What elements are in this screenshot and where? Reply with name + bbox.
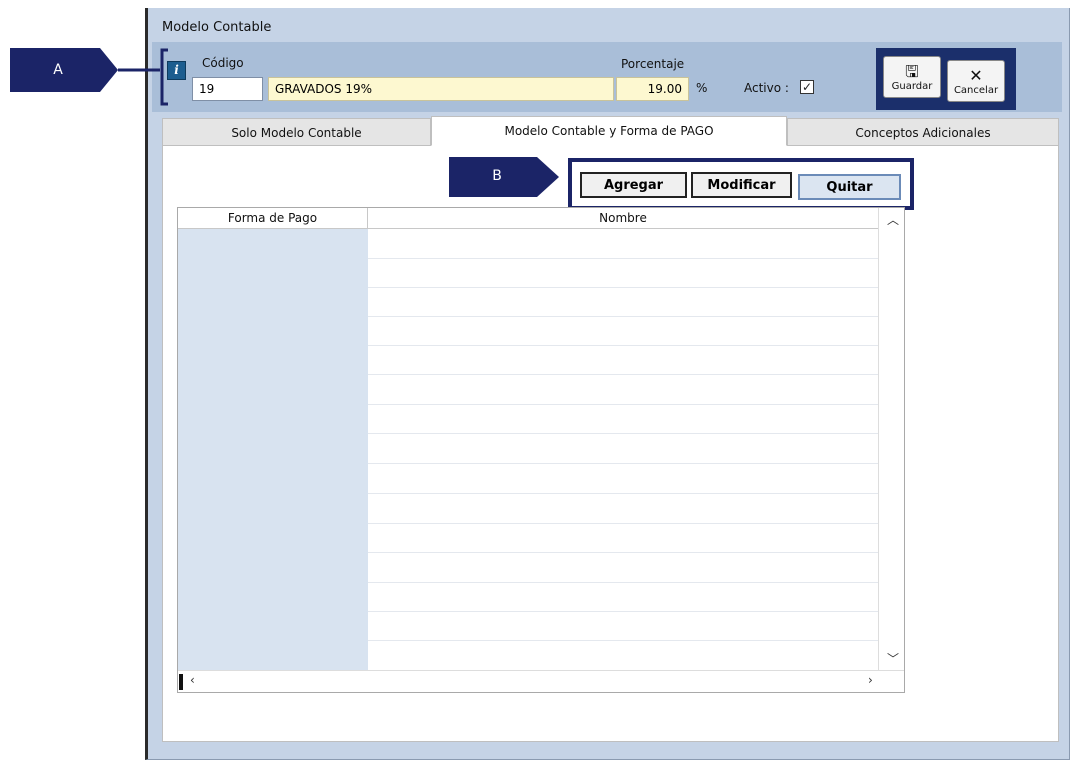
- column-header-nombre[interactable]: Nombre: [368, 208, 878, 229]
- window-title: Modelo Contable: [162, 20, 272, 35]
- vertical-scrollbar[interactable]: ︿ ﹀: [878, 208, 904, 670]
- scroll-thumb[interactable]: [179, 674, 183, 690]
- row-divider: [368, 640, 878, 641]
- callout-b-label: B: [492, 168, 502, 184]
- modificar-button[interactable]: Modificar: [691, 172, 792, 198]
- row-divider: [368, 611, 878, 612]
- codigo-field[interactable]: 19: [192, 77, 263, 101]
- scroll-up-icon[interactable]: ︿: [887, 211, 899, 228]
- porcentaje-field[interactable]: 19.00: [616, 77, 689, 101]
- info-icon[interactable]: i: [167, 61, 186, 80]
- row-divider: [368, 374, 878, 375]
- callout-a-shape: [10, 48, 168, 106]
- row-divider: [368, 433, 878, 434]
- codigo-label: Código: [202, 56, 244, 70]
- scroll-left-icon[interactable]: ‹: [190, 673, 195, 687]
- guardar-button[interactable]: 🖫 Guardar: [883, 56, 941, 98]
- cancelar-label: Cancelar: [953, 85, 999, 96]
- row-divider: [368, 404, 878, 405]
- tab-solo-modelo-contable[interactable]: Solo Modelo Contable: [162, 118, 431, 146]
- scroll-right-icon[interactable]: ›: [868, 673, 873, 687]
- row-divider: [368, 493, 878, 494]
- cancel-icon: ✕: [969, 66, 983, 85]
- row-divider: [368, 523, 878, 524]
- percent-sign: %: [696, 81, 708, 95]
- tab-modelo-contable-forma-pago[interactable]: Modelo Contable y Forma de PAGO: [431, 116, 787, 146]
- forma-pago-grid[interactable]: Forma de Pago Nombre ︿ ﹀ ‹ ›: [177, 207, 905, 693]
- row-divider: [368, 552, 878, 553]
- porcentaje-label: Porcentaje: [621, 57, 685, 71]
- descripcion-field[interactable]: GRAVADOS 19%: [268, 77, 614, 101]
- agregar-button[interactable]: Agregar: [580, 172, 687, 198]
- quitar-button[interactable]: Quitar: [798, 174, 901, 200]
- row-divider: [368, 316, 878, 317]
- activo-label: Activo :: [744, 81, 789, 95]
- activo-checkbox[interactable]: ✓: [800, 80, 814, 94]
- tab-conceptos-adicionales[interactable]: Conceptos Adicionales: [787, 118, 1059, 146]
- column-header-forma-pago[interactable]: Forma de Pago: [178, 208, 368, 229]
- row-divider: [368, 463, 878, 464]
- callout-a-label: A: [53, 62, 63, 78]
- guardar-label: Guardar: [891, 81, 933, 92]
- row-divider: [368, 287, 878, 288]
- row-divider: [368, 258, 878, 259]
- cancelar-button[interactable]: ✕ Cancelar: [947, 60, 1005, 102]
- row-divider: [368, 345, 878, 346]
- scroll-down-icon[interactable]: ﹀: [887, 650, 899, 667]
- row-divider: [368, 582, 878, 583]
- forma-pago-column-body: [178, 229, 368, 670]
- horizontal-scrollbar[interactable]: ‹ ›: [178, 670, 904, 692]
- save-icon: 🖫: [905, 62, 919, 81]
